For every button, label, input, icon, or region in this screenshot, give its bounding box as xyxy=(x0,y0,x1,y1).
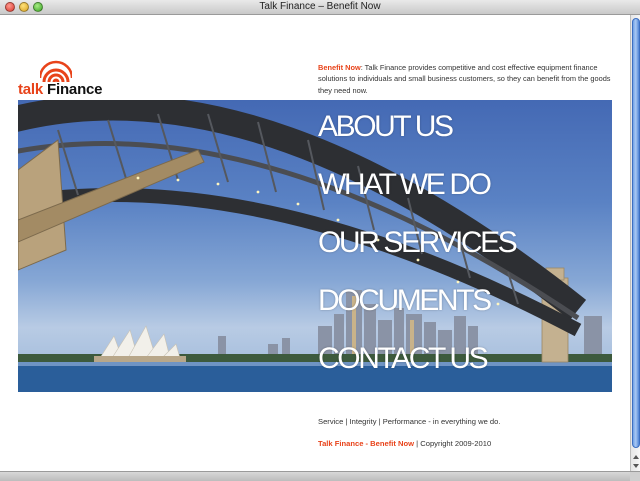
scroll-down-arrow-icon[interactable] xyxy=(633,464,639,468)
logo-word-finance: Finance xyxy=(47,81,103,98)
logo-word-talk: talk xyxy=(18,81,44,98)
logo-wordmark: talk Finance xyxy=(18,81,103,98)
intro-lead: Benefit Now xyxy=(318,63,361,72)
nav-about-us[interactable]: ABOUT US xyxy=(318,110,454,144)
window-bottom-bar xyxy=(0,471,630,481)
hero-image-harbour-bridge: ABOUT US WHAT WE DO OUR SERVICES DOCUMEN… xyxy=(18,100,612,392)
tagline: Service | Integrity | Performance - in e… xyxy=(318,417,501,426)
nav-contact-us[interactable]: CONTACT US xyxy=(318,342,489,376)
harbour-bridge-illustration xyxy=(18,100,612,392)
copyright-text: | Copyright 2009-2010 xyxy=(414,439,492,448)
resize-grip-icon[interactable] xyxy=(630,471,640,481)
intro-paragraph: Benefit Now: Talk Finance provides compe… xyxy=(318,62,618,96)
talk-finance-logo[interactable]: talk Finance xyxy=(18,58,118,98)
footer-home-link[interactable]: Talk Finance - Benefit Now xyxy=(318,439,414,448)
scroll-up-arrow-icon[interactable] xyxy=(633,455,639,459)
title-bar: Talk Finance – Benefit Now xyxy=(0,0,640,15)
scrollbar-thumb[interactable] xyxy=(632,18,640,448)
nav-our-services[interactable]: OUR SERVICES xyxy=(318,226,518,260)
nav-documents[interactable]: DOCUMENTS xyxy=(318,284,492,318)
vertical-scrollbar[interactable] xyxy=(630,15,640,471)
intro-text: : Talk Finance provides competitive and … xyxy=(318,63,611,95)
copyright-line: Talk Finance - Benefit Now | Copyright 2… xyxy=(318,439,491,448)
nav-what-we-do[interactable]: WHAT WE DO xyxy=(318,168,492,202)
browser-window: Talk Finance – Benefit Now talk Finance … xyxy=(0,0,640,481)
window-title: Talk Finance – Benefit Now xyxy=(259,1,381,12)
